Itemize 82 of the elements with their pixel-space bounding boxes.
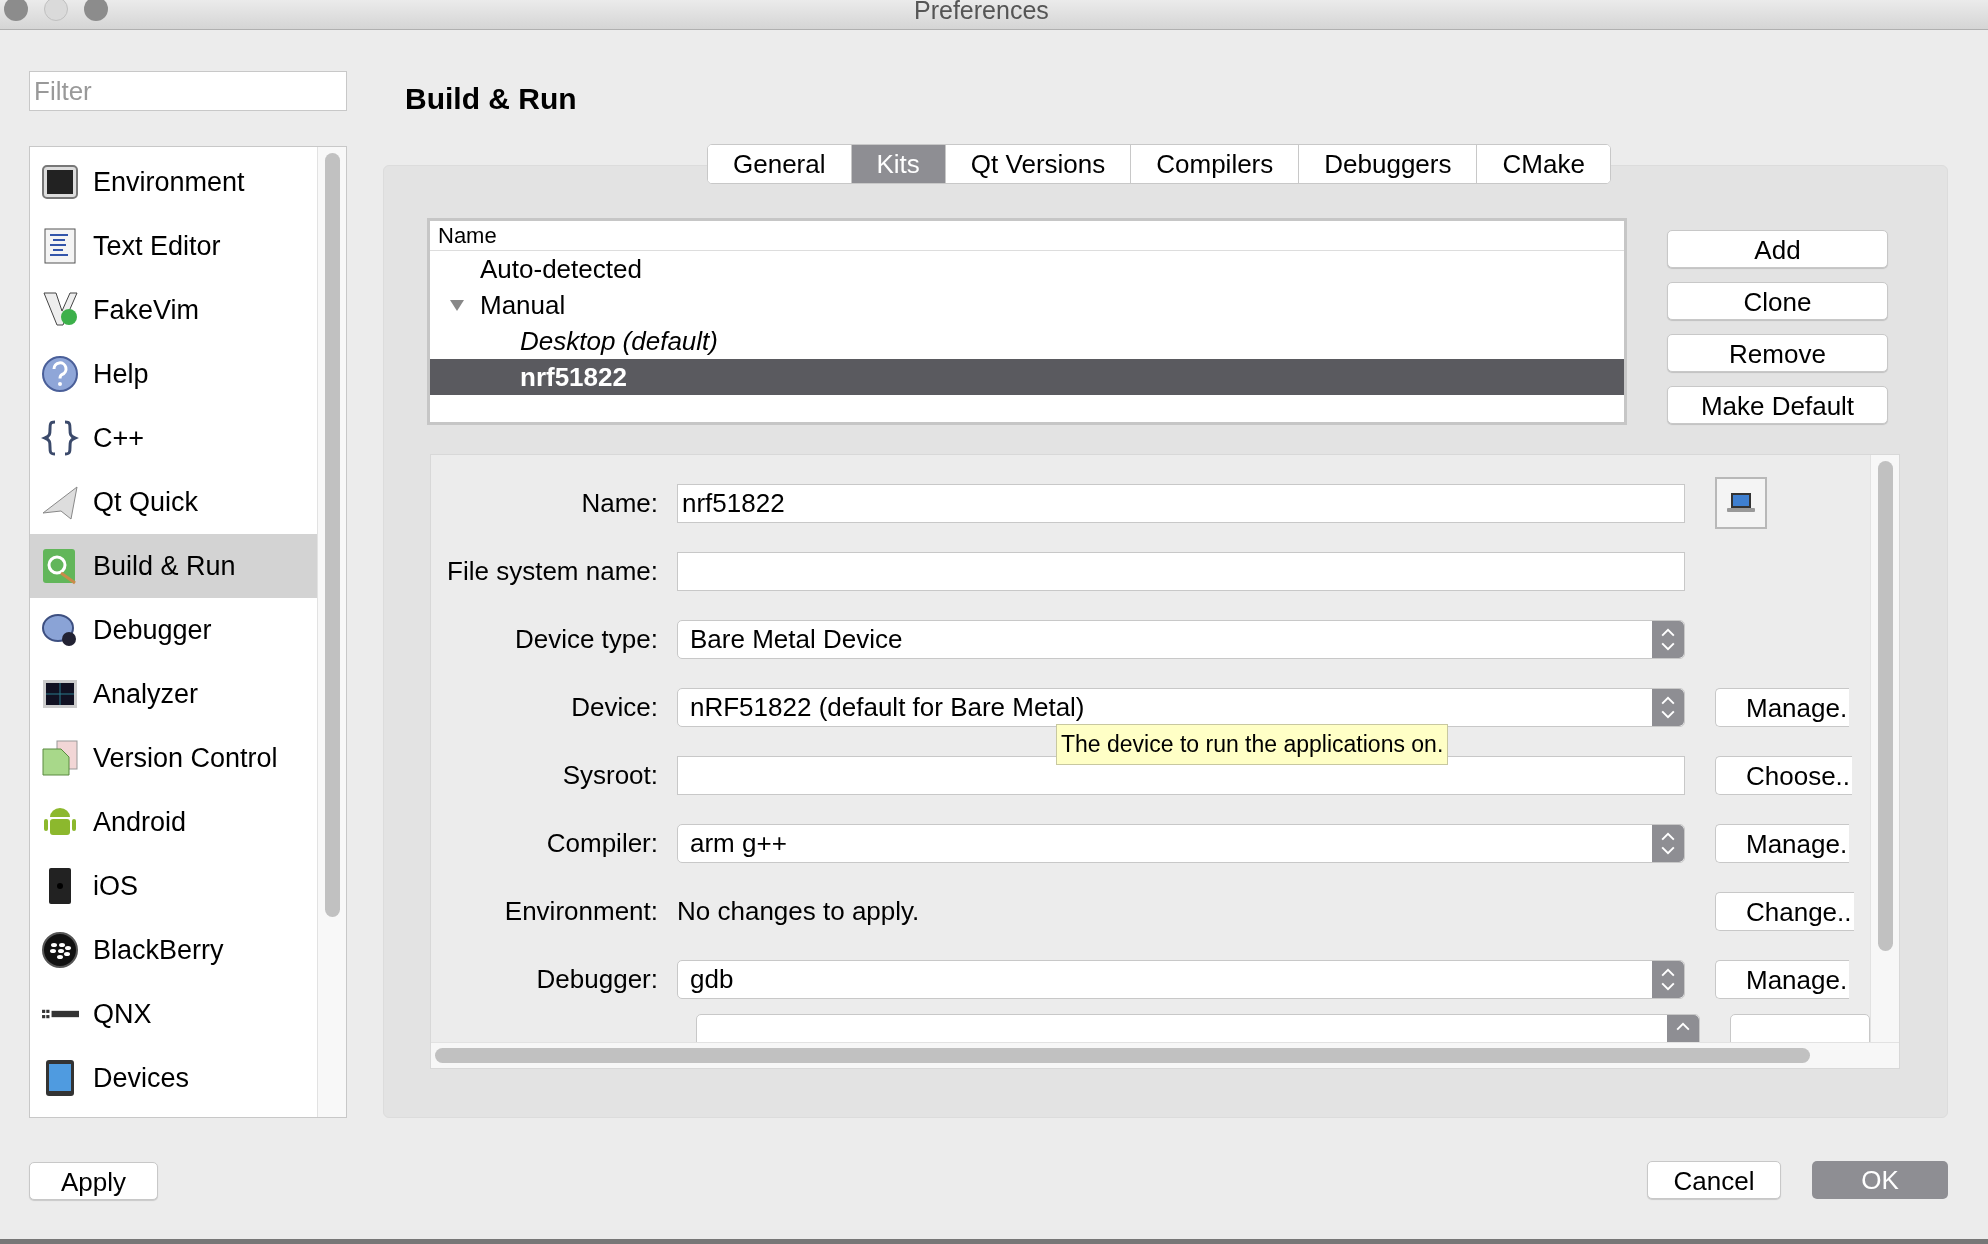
sidebar-item[interactable]: BlackBerry: [30, 918, 317, 982]
text-field[interactable]: [677, 755, 1685, 795]
device-icon-button[interactable]: [1715, 477, 1767, 529]
stepper-icon: [1667, 1014, 1700, 1042]
value-text: No changes to apply.: [677, 894, 921, 928]
tree-item-label: nrf51822: [520, 360, 627, 394]
tooltip: The device to run the applications on.: [1056, 724, 1449, 765]
text-field[interactable]: nrf51822: [677, 483, 1685, 523]
scrollbar[interactable]: [317, 147, 346, 1117]
sidebar-item[interactable]: Help: [30, 342, 317, 406]
braces-icon: [41, 419, 79, 457]
v-logo-icon: [41, 291, 79, 329]
field-label: Device:: [570, 690, 659, 724]
combo-box[interactable]: Bare Metal Device: [677, 619, 1685, 659]
stepper-icon: [1652, 620, 1684, 658]
sidebar-item[interactable]: Version Control: [30, 726, 317, 790]
page-heading: Build & Run: [404, 81, 578, 114]
sidebar-item[interactable]: Text Editor: [30, 214, 317, 278]
combo-box[interactable]: [696, 1013, 1701, 1042]
apply-button[interactable]: Apply: [29, 1162, 158, 1200]
side-action-button[interactable]: Manage.: [1715, 687, 1850, 727]
kit-button[interactable]: Add: [1667, 230, 1888, 268]
sidebar-item[interactable]: Build & Run: [30, 534, 317, 598]
tree-item-label: Desktop (default): [520, 324, 718, 358]
tree-row[interactable]: nrf51822: [430, 359, 1624, 395]
tab[interactable]: CMake: [1476, 145, 1610, 183]
tree-row[interactable]: Auto-detected: [430, 251, 1624, 287]
sidebar-item[interactable]: Environment: [30, 150, 317, 214]
field-label: Environment:: [503, 894, 659, 928]
document-icon: [41, 227, 79, 265]
tree-row[interactable]: Manual: [430, 287, 1624, 323]
combo-box[interactable]: nRF51822 (default for Bare Metal): [677, 687, 1685, 727]
paper-plane-icon: [41, 483, 79, 521]
field-label: Name:: [580, 486, 659, 520]
field-label: Device type:: [513, 622, 659, 656]
close-button[interactable]: [4, 0, 28, 21]
field-label: Sysroot:: [561, 758, 659, 792]
kit-button[interactable]: Make Default: [1667, 386, 1888, 424]
side-action-button[interactable]: Change..: [1715, 891, 1854, 931]
sidebar-item[interactable]: FakeVim: [30, 278, 317, 342]
combo-box[interactable]: arm g++: [677, 823, 1685, 863]
minimize-button[interactable]: [44, 0, 68, 21]
side-action-button[interactable]: Manage.: [1715, 823, 1850, 863]
text-field[interactable]: [677, 551, 1685, 591]
combo-box[interactable]: gdb: [677, 959, 1685, 999]
sidebar-item[interactable]: Qt Quick: [30, 470, 317, 534]
documents-icon: [41, 739, 79, 777]
scrollbar[interactable]: [431, 1042, 1899, 1068]
monitor-icon: [41, 163, 79, 201]
side-action-button[interactable]: Manage.: [1715, 959, 1850, 999]
column-header[interactable]: Name: [438, 221, 497, 252]
side-action-button[interactable]: Choose..: [1715, 755, 1853, 795]
dotted-logo-icon: [41, 1009, 79, 1019]
sidebar-item[interactable]: Analyzer: [30, 662, 317, 726]
tree-item-label: Auto-detected: [480, 252, 642, 286]
sidebar-item[interactable]: Debugger: [30, 598, 317, 662]
sidebar-item[interactable]: C++: [30, 406, 317, 470]
side-action-button[interactable]: [1730, 1013, 1870, 1042]
laptop-icon: [1726, 492, 1756, 514]
help-icon: [41, 355, 79, 393]
tree-row[interactable]: Desktop (default): [430, 323, 1624, 359]
stepper-icon: [1652, 824, 1684, 862]
stepper-icon: [1652, 960, 1684, 998]
sidebar-item[interactable]: iOS: [30, 854, 317, 918]
field-label: Debugger:: [535, 962, 659, 996]
filter-field[interactable]: Filter: [29, 71, 347, 111]
kit-button[interactable]: Remove: [1667, 334, 1888, 372]
sidebar-item[interactable]: Devices: [30, 1046, 317, 1110]
bug-icon: [41, 611, 79, 649]
expand-arrow-icon[interactable]: [449, 297, 465, 313]
scrollbar[interactable]: [1870, 455, 1899, 1042]
sidebar-item[interactable]: QNX: [30, 982, 317, 1046]
sidebar-item[interactable]: Android: [30, 790, 317, 854]
cancel-button[interactable]: Cancel: [1647, 1161, 1781, 1199]
zoom-button[interactable]: [84, 0, 108, 21]
window-title: Preferences: [914, 0, 1049, 26]
stepper-icon: [1652, 688, 1684, 726]
field-label: Compiler:: [545, 826, 659, 860]
kit-button[interactable]: Clone: [1667, 282, 1888, 320]
field-label: File system name:: [446, 554, 659, 588]
berry-logo-icon: [41, 931, 79, 969]
tree-item-label: Manual: [480, 288, 566, 322]
